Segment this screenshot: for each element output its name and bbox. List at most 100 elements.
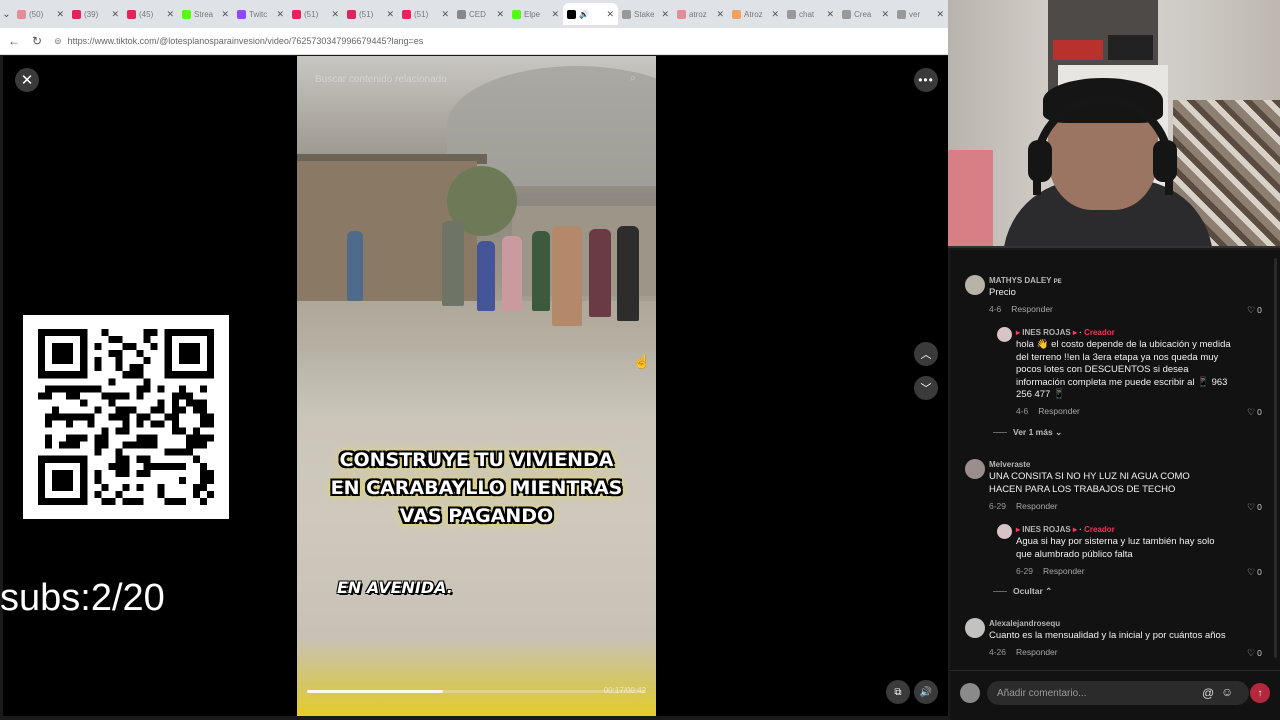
- comments-scrollbar[interactable]: [1274, 258, 1277, 658]
- avatar[interactable]: [997, 524, 1012, 539]
- volume-button[interactable]: 🔊: [914, 680, 938, 704]
- reply-button[interactable]: Responder: [1043, 566, 1085, 576]
- like-button[interactable]: ♡ 0: [1247, 502, 1262, 513]
- tab-close-icon[interactable]: ✕: [56, 9, 64, 20]
- like-button[interactable]: ♡ 0: [1247, 407, 1262, 418]
- video-player[interactable]: Buscar contenido relacionado ⌕ CONSTRUYE…: [297, 56, 656, 716]
- close-button[interactable]: ✕: [15, 68, 39, 92]
- qr-module: [122, 441, 130, 449]
- qr-module: [178, 385, 186, 393]
- hide-replies-button[interactable]: Ocultar ⌃: [993, 586, 1052, 597]
- qr-module: [136, 392, 144, 400]
- emoji-icon[interactable]: ☺: [1221, 685, 1233, 699]
- tab-close-icon[interactable]: ✕: [111, 9, 119, 20]
- browser-tab[interactable]: (50) ✕: [13, 3, 68, 25]
- browser-tab[interactable]: chat ✕: [783, 3, 838, 25]
- tab-audio-icon[interactable]: 🔊: [579, 10, 589, 19]
- more-options-button[interactable]: •••: [914, 68, 938, 92]
- reload-icon[interactable]: ↻: [32, 34, 42, 48]
- qr-module: [171, 497, 179, 505]
- tab-close-icon[interactable]: ✕: [661, 9, 669, 20]
- reply-button[interactable]: Responder: [1011, 304, 1053, 314]
- browser-tab[interactable]: (45) ✕: [123, 3, 178, 25]
- browser-tab[interactable]: Strea ✕: [178, 3, 233, 25]
- video-progress-bar[interactable]: [307, 690, 646, 693]
- browser-tab[interactable]: (51) ✕: [343, 3, 398, 25]
- tab-list-chevron-icon[interactable]: ⌄: [0, 9, 13, 20]
- avatar[interactable]: [960, 683, 980, 703]
- browser-tab[interactable]: (39) ✕: [68, 3, 123, 25]
- qr-module: [73, 385, 81, 393]
- avatar[interactable]: [997, 327, 1012, 342]
- tab-close-icon[interactable]: ✕: [826, 9, 834, 20]
- reply-button[interactable]: Responder: [1038, 406, 1080, 416]
- qr-module: [157, 406, 165, 414]
- video-scene-crowd: [337, 221, 656, 341]
- next-video-button[interactable]: ﹀: [914, 376, 938, 400]
- browser-tab[interactable]: ver ✕: [893, 3, 948, 25]
- qr-module: [122, 406, 130, 414]
- avatar[interactable]: [965, 459, 985, 479]
- reply-button[interactable]: Responder: [1016, 647, 1058, 657]
- browser-tab[interactable]: CED ✕: [453, 3, 508, 25]
- qr-module: [206, 469, 214, 477]
- send-button[interactable]: ↑: [1250, 683, 1270, 703]
- qr-module: [178, 406, 186, 414]
- tab-close-icon[interactable]: ✕: [881, 9, 889, 20]
- avatar[interactable]: [965, 618, 985, 638]
- site-info-icon[interactable]: ⊜: [54, 36, 62, 47]
- headset-cup-right: [1153, 140, 1177, 182]
- tab-close-icon[interactable]: ✕: [331, 9, 339, 20]
- floating-player-button[interactable]: ⧉: [886, 680, 910, 704]
- browser-tab[interactable]: Elpe ✕: [508, 3, 563, 25]
- comments-list[interactable]: MATHYS DALEY PE Precio 4-6 Responder ♡ 0 ▸…: [950, 250, 1280, 668]
- url-field[interactable]: ⊜ https://www.tiktok.com/@lotesplanospar…: [54, 36, 423, 47]
- tab-close-icon[interactable]: ✕: [496, 9, 504, 20]
- browser-tab[interactable]: atroz ✕: [673, 3, 728, 25]
- webcam-black-box: [1108, 35, 1153, 60]
- reply-button[interactable]: Responder: [1016, 501, 1058, 511]
- qr-module: [136, 455, 144, 463]
- comment-username[interactable]: Melveraste: [989, 460, 1030, 469]
- back-arrow-icon[interactable]: ←: [8, 34, 20, 48]
- tab-close-icon[interactable]: ✕: [771, 9, 779, 20]
- close-icon: ✕: [20, 72, 34, 89]
- like-button[interactable]: ♡ 0: [1247, 567, 1262, 578]
- tab-close-icon[interactable]: ✕: [606, 9, 614, 20]
- reply-username[interactable]: ▸ INES ROJAS ▸ · Creador: [1016, 328, 1115, 337]
- mention-icon[interactable]: @: [1202, 686, 1214, 700]
- tab-close-icon[interactable]: ✕: [166, 9, 174, 20]
- tab-close-icon[interactable]: ✕: [716, 9, 724, 20]
- search-icon[interactable]: ⌕: [630, 72, 636, 85]
- browser-tab[interactable]: (51) ✕: [288, 3, 343, 25]
- reply-username[interactable]: ▸ INES ROJAS ▸ · Creador: [1016, 525, 1115, 534]
- browser-tab[interactable]: (51) ✕: [398, 3, 453, 25]
- avatar[interactable]: [965, 275, 985, 295]
- qr-module: [108, 350, 116, 358]
- comment-username[interactable]: MATHYS DALEY PE: [989, 276, 1062, 285]
- browser-tab[interactable]: Crea ✕: [838, 3, 893, 25]
- pip-icon: ⧉: [894, 686, 902, 698]
- tab-close-icon[interactable]: ✕: [386, 9, 394, 20]
- browser-tab[interactable]: Stake ✕: [618, 3, 673, 25]
- related-search-placeholder[interactable]: Buscar contenido relacionado: [315, 74, 447, 85]
- like-button[interactable]: ♡ 0: [1247, 305, 1262, 316]
- browser-tab[interactable]: 🔊 ✕: [563, 3, 618, 25]
- qr-module: [178, 462, 186, 470]
- like-button[interactable]: ♡ 0: [1247, 648, 1262, 659]
- qr-module: [171, 462, 179, 470]
- qr-module: [101, 434, 109, 442]
- tab-close-icon[interactable]: ✕: [551, 9, 559, 20]
- video-scene-person: [589, 229, 611, 317]
- previous-video-button[interactable]: ︿: [914, 342, 938, 366]
- browser-tab[interactable]: Atroz ✕: [728, 3, 783, 25]
- tab-close-icon[interactable]: ✕: [936, 9, 944, 20]
- tab-close-icon[interactable]: ✕: [441, 9, 449, 20]
- qr-module: [122, 462, 130, 470]
- view-more-replies-button[interactable]: Ver 1 más ⌄: [993, 427, 1062, 438]
- tab-close-icon[interactable]: ✕: [276, 9, 284, 20]
- browser-tab[interactable]: Twitc ✕: [233, 3, 288, 25]
- tab-close-icon[interactable]: ✕: [221, 9, 229, 20]
- comment-username[interactable]: Alexalejandrosequ: [989, 619, 1060, 628]
- tab-label: CED: [469, 9, 486, 19]
